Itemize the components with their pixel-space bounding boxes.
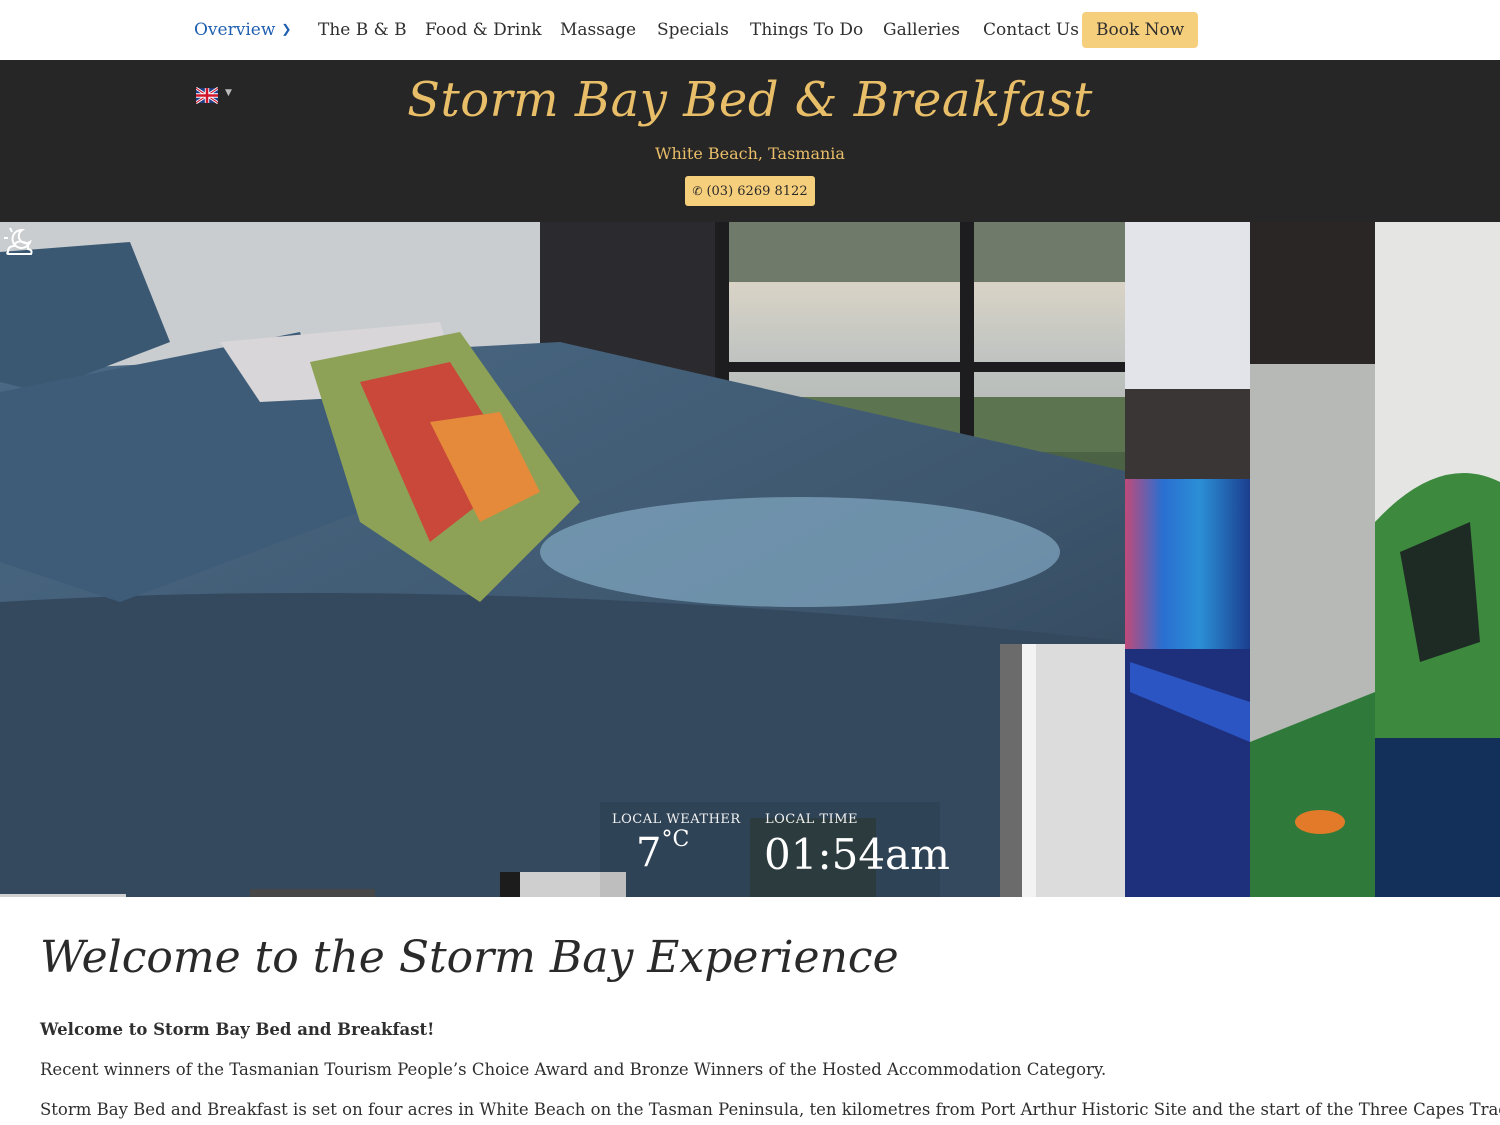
phone-number: (03) 6269 8122: [706, 184, 808, 199]
nav-item-specials[interactable]: Specials: [657, 12, 729, 48]
nav-item-overview[interactable]: Overview ❯: [194, 12, 291, 48]
book-now-button[interactable]: Book Now: [1082, 12, 1199, 48]
local-time-readout: 01:54am: [764, 830, 950, 879]
chevron-down-icon: ❯: [281, 22, 292, 36]
nav-item-food-drink[interactable]: Food & Drink: [425, 12, 542, 48]
nav-item-galleries[interactable]: Galleries: [883, 12, 960, 48]
bedroom-photo-collage: [0, 222, 1500, 897]
temperature-value: 7: [636, 830, 662, 876]
site-header: ▼ Storm Bay Bed & Breakfast White Beach,…: [0, 60, 1500, 222]
welcome-intro: Welcome to Storm Bay Bed and Breakfast!: [40, 1020, 435, 1039]
phone-button[interactable]: ✆ (03) 6269 8122: [685, 176, 815, 206]
hero-image: LOCAL WEATHER 7°C LOCAL TIME 01:54am: [0, 222, 1500, 897]
nav-item-the-bb[interactable]: The B & B: [318, 12, 407, 48]
location-paragraph: Storm Bay Bed and Breakfast is set on fo…: [40, 1100, 1500, 1119]
local-time-label: LOCAL TIME: [765, 812, 858, 827]
phone-icon: ✆: [692, 184, 703, 198]
nav-item-label: Overview: [194, 20, 276, 40]
award-paragraph: Recent winners of the Tasmanian Tourism …: [40, 1060, 1107, 1079]
nav-item-massage[interactable]: Massage: [560, 12, 636, 48]
nav-item-contact-us[interactable]: Contact Us: [983, 12, 1079, 48]
welcome-heading: Welcome to the Storm Bay Experience: [40, 932, 899, 983]
partly-cloudy-night-icon: [4, 227, 33, 255]
top-navigation: Overview ❯ The B & B Food & Drink Massage…: [0, 0, 1500, 60]
nav-item-things-to-do[interactable]: Things To Do: [750, 12, 863, 48]
temperature-readout: 7°C: [636, 826, 690, 876]
temperature-unit: °C: [661, 826, 690, 852]
site-subtitle: White Beach, Tasmania: [655, 144, 845, 163]
site-title: Storm Bay Bed & Breakfast: [407, 72, 1093, 128]
local-weather-label: LOCAL WEATHER: [612, 812, 741, 827]
